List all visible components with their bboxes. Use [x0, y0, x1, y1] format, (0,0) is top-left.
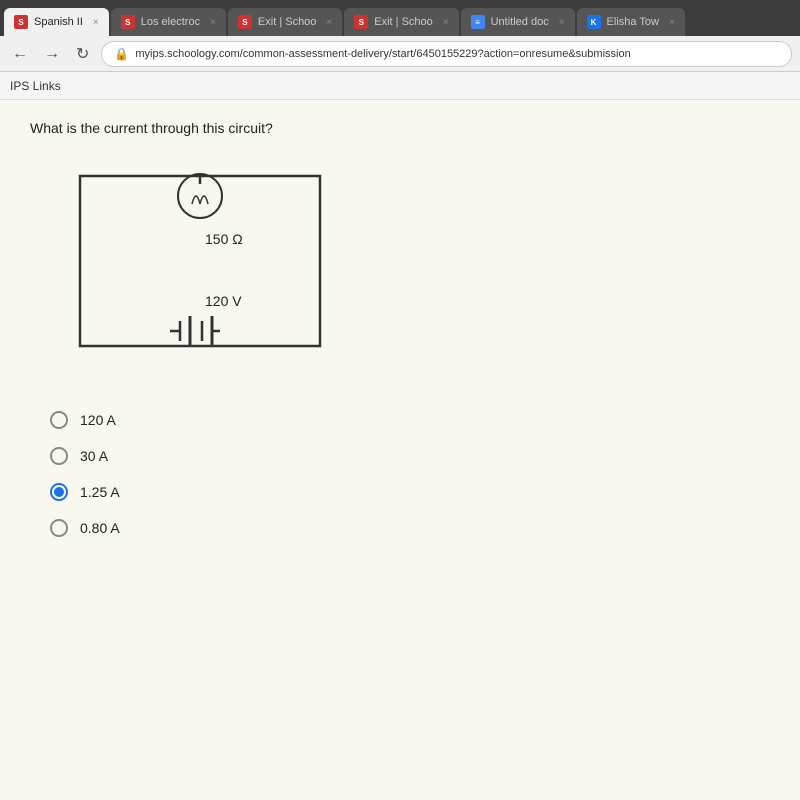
- refresh-button[interactable]: ↻: [72, 42, 93, 66]
- option-c[interactable]: 1.25 A: [50, 483, 770, 501]
- option-b[interactable]: 30 A: [50, 447, 770, 465]
- circuit-diagram: 150 Ω 120 V: [50, 156, 350, 376]
- address-bar[interactable]: 🔒 myips.schoology.com/common-assessment-…: [101, 41, 792, 67]
- back-button[interactable]: ←: [8, 43, 32, 65]
- page-content: What is the current through this circuit…: [0, 100, 800, 800]
- browser-frame: S Spanish II × S Los electroc × S Exit |…: [0, 0, 800, 800]
- radio-b[interactable]: [50, 447, 68, 465]
- tab-label-doc: Untitled doc: [491, 16, 549, 28]
- tab-label-elisha: Elisha Tow: [607, 16, 659, 28]
- tab-close-electroc[interactable]: ×: [210, 17, 216, 28]
- radio-a[interactable]: [50, 411, 68, 429]
- tab-close-exit1[interactable]: ×: [326, 17, 332, 28]
- tab-doc[interactable]: ≡ Untitled doc ×: [461, 8, 575, 36]
- option-d-label: 0.80 A: [80, 520, 120, 536]
- tab-favicon-exit1: S: [238, 15, 252, 29]
- address-bar-row: ← → ↻ 🔒 myips.schoology.com/common-asses…: [0, 36, 800, 72]
- page-icon: 🔒: [114, 47, 129, 61]
- tab-close-doc[interactable]: ×: [559, 17, 565, 28]
- forward-button[interactable]: →: [40, 43, 64, 65]
- tab-close-elisha[interactable]: ×: [669, 17, 675, 28]
- tab-label-electroc: Los electroc: [141, 16, 200, 28]
- tab-label-spanish: Spanish II: [34, 16, 83, 28]
- bookmark-ips-links[interactable]: IPS Links: [10, 79, 61, 93]
- answer-choices: 120 A 30 A 1.25 A 0.80 A: [30, 411, 770, 537]
- tab-label-exit1: Exit | Schoo: [258, 16, 317, 28]
- option-c-label: 1.25 A: [80, 484, 120, 500]
- radio-c[interactable]: [50, 483, 68, 501]
- bookmarks-bar: IPS Links: [0, 72, 800, 100]
- tab-electroc[interactable]: S Los electroc ×: [111, 8, 226, 36]
- address-text: myips.schoology.com/common-assessment-de…: [135, 48, 630, 60]
- question-text: What is the current through this circuit…: [30, 120, 770, 136]
- option-a[interactable]: 120 A: [50, 411, 770, 429]
- tab-favicon-electroc: S: [121, 15, 135, 29]
- tab-elisha[interactable]: K Elisha Tow ×: [577, 8, 685, 36]
- tab-favicon-exit2: S: [354, 15, 368, 29]
- tab-favicon-elisha: K: [587, 15, 601, 29]
- option-d[interactable]: 0.80 A: [50, 519, 770, 537]
- tab-exit2[interactable]: S Exit | Schoo ×: [344, 8, 458, 36]
- svg-text:120 V: 120 V: [205, 293, 242, 309]
- tab-favicon-doc: ≡: [471, 15, 485, 29]
- tab-close-spanish[interactable]: ×: [93, 17, 99, 28]
- tab-bar: S Spanish II × S Los electroc × S Exit |…: [0, 0, 800, 36]
- tab-spanish[interactable]: S Spanish II ×: [4, 8, 109, 36]
- tab-exit1[interactable]: S Exit | Schoo ×: [228, 8, 342, 36]
- radio-c-fill: [54, 487, 64, 497]
- tab-favicon-spanish: S: [14, 15, 28, 29]
- tab-label-exit2: Exit | Schoo: [374, 16, 433, 28]
- radio-d[interactable]: [50, 519, 68, 537]
- option-b-label: 30 A: [80, 448, 108, 464]
- circuit-container: 150 Ω 120 V: [50, 156, 370, 381]
- option-a-label: 120 A: [80, 412, 116, 428]
- svg-text:150 Ω: 150 Ω: [205, 231, 243, 247]
- tab-close-exit2[interactable]: ×: [443, 17, 449, 28]
